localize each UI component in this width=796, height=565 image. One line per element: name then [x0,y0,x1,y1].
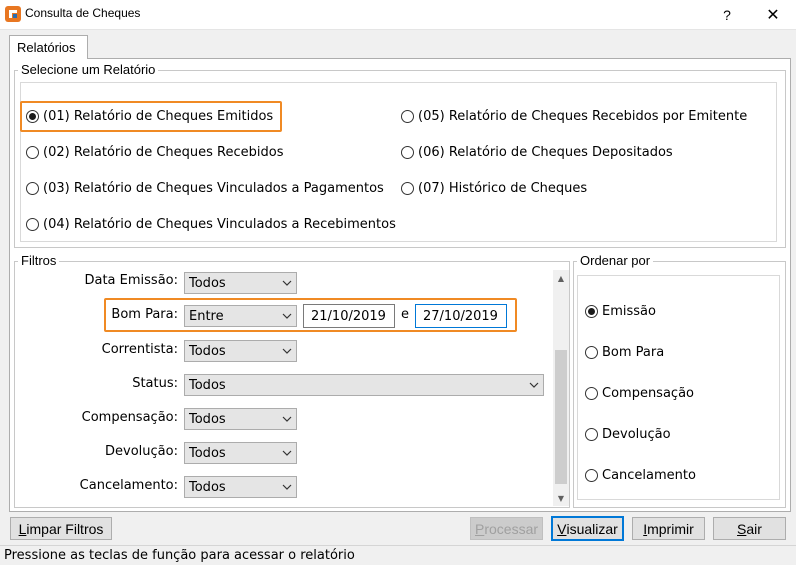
processar-button[interactable]: Processar [470,517,543,540]
filters-legend: Filtros [18,253,60,268]
report-option-label: (07) Histórico de Cheques [418,181,588,196]
radio-icon[interactable] [585,469,598,482]
order-option-label: Emissão [602,304,656,319]
imprimir-label: mprimir [647,520,694,537]
report-option-01[interactable]: (01) Relatório de Cheques Emitidos [26,109,273,124]
report-option-label: (06) Relatório de Cheques Depositados [418,145,673,160]
order-option-label: Bom Para [602,345,665,360]
compensacao-select[interactable]: Todos [184,408,297,430]
visualizar-mnemonic: V [557,520,567,537]
report-group-legend: Selecione um Relatório [18,62,159,77]
radio-icon[interactable] [585,428,598,441]
radio-icon[interactable] [585,305,598,318]
tab-relatorios[interactable]: Relatórios [9,35,88,59]
sair-label: air [746,520,762,537]
chevron-down-icon [278,348,296,354]
cancelamento-label: Cancelamento: [79,478,178,493]
report-option-05[interactable]: (05) Relatório de Cheques Recebidos por … [401,109,747,124]
chevron-down-icon [278,450,296,456]
help-button[interactable]: ? [704,0,750,30]
radio-icon[interactable] [26,182,39,195]
order-option-label: Devolução [602,427,671,442]
radio-icon[interactable] [585,387,598,400]
scroll-down-icon[interactable]: ▼ [553,490,569,506]
chevron-down-icon [278,280,296,286]
sair-button[interactable]: Sair [713,517,786,540]
order-option-bom-para[interactable]: Bom Para [585,345,664,360]
order-option-cancelamento[interactable]: Cancelamento [585,468,696,483]
bom-para-select[interactable]: Entre [184,305,297,327]
limpar-filtros-button[interactable]: Limpar Filtros [10,517,112,540]
cancelamento-select[interactable]: Todos [184,476,297,498]
report-option-06[interactable]: (06) Relatório de Cheques Depositados [401,145,673,160]
filters-scrollbar[interactable]: ▲ ▼ [553,270,569,506]
scroll-up-icon[interactable]: ▲ [553,270,569,286]
limpar-label: impar Filtros [26,520,104,537]
bom-para-value: Entre [189,308,224,324]
status-bar: Pressione as teclas de função para acess… [0,545,796,565]
report-option-label: (03) Relatório de Cheques Vinculados a P… [43,181,384,196]
scrollbar-thumb[interactable] [555,350,567,484]
data-emissao-value: Todos [189,275,226,291]
sair-mnemonic: S [737,520,747,537]
data-emissao-select[interactable]: Todos [184,272,297,294]
report-option-07[interactable]: (07) Histórico de Cheques [401,181,587,196]
app-icon [5,6,21,22]
report-option-03[interactable]: (03) Relatório de Cheques Vinculados a P… [26,181,384,196]
order-option-compensacao[interactable]: Compensação [585,386,694,401]
data-emissao-label: Data Emissão: [84,273,178,288]
correntista-label: Correntista: [101,342,178,357]
order-option-label: Cancelamento [602,468,696,483]
chevron-down-icon [278,416,296,422]
correntista-select[interactable]: Todos [184,340,297,362]
report-option-02[interactable]: (02) Relatório de Cheques Recebidos [26,145,283,160]
order-option-emissao[interactable]: Emissão [585,304,656,319]
report-option-label: (04) Relatório de Cheques Vinculados a R… [43,217,396,232]
compensacao-value: Todos [189,411,226,427]
processar-mnemonic: P [474,520,485,537]
visualizar-button[interactable]: Visualizar [551,516,624,541]
radio-icon[interactable] [26,218,39,231]
report-option-label: (02) Relatório de Cheques Recebidos [43,145,284,160]
radio-icon[interactable] [26,110,39,123]
report-option-label: (01) Relatório de Cheques Emitidos [43,109,274,124]
imprimir-button[interactable]: Imprimir [632,517,705,540]
window-title: Consulta de Cheques [25,6,141,20]
close-button[interactable]: ✕ [750,0,796,30]
processar-label: rocessar [484,520,539,537]
bom-para-label: Bom Para: [111,307,178,322]
radio-icon[interactable] [585,346,598,359]
status-label: Status: [132,376,178,391]
visualizar-label: isualizar [566,520,618,537]
bom-para-date-to[interactable]: 27/10/2019 [415,304,507,328]
report-option-04[interactable]: (04) Relatório de Cheques Vinculados a R… [26,217,396,232]
status-value: Todos [189,377,226,393]
radio-icon[interactable] [401,110,414,123]
order-option-devolucao[interactable]: Devolução [585,427,671,442]
status-select[interactable]: Todos [184,374,544,396]
order-option-label: Compensação [602,386,694,401]
radio-icon[interactable] [401,146,414,159]
radio-icon[interactable] [26,146,39,159]
chevron-down-icon [278,484,296,490]
devolucao-label: Devolução: [105,444,178,459]
devolucao-select[interactable]: Todos [184,442,297,464]
radio-icon[interactable] [401,182,414,195]
correntista-value: Todos [189,343,226,359]
devolucao-value: Todos [189,445,226,461]
chevron-down-icon [525,382,543,388]
limpar-mnemonic: L [18,520,27,537]
compensacao-label: Compensação: [81,410,178,425]
order-legend: Ordenar por [577,253,654,268]
chevron-down-icon [278,313,296,319]
bom-para-date-from[interactable]: 21/10/2019 [303,304,395,328]
date-range-connector: e [401,307,409,322]
report-option-label: (05) Relatório de Cheques Recebidos por … [418,109,748,124]
cancelamento-value: Todos [189,479,226,495]
